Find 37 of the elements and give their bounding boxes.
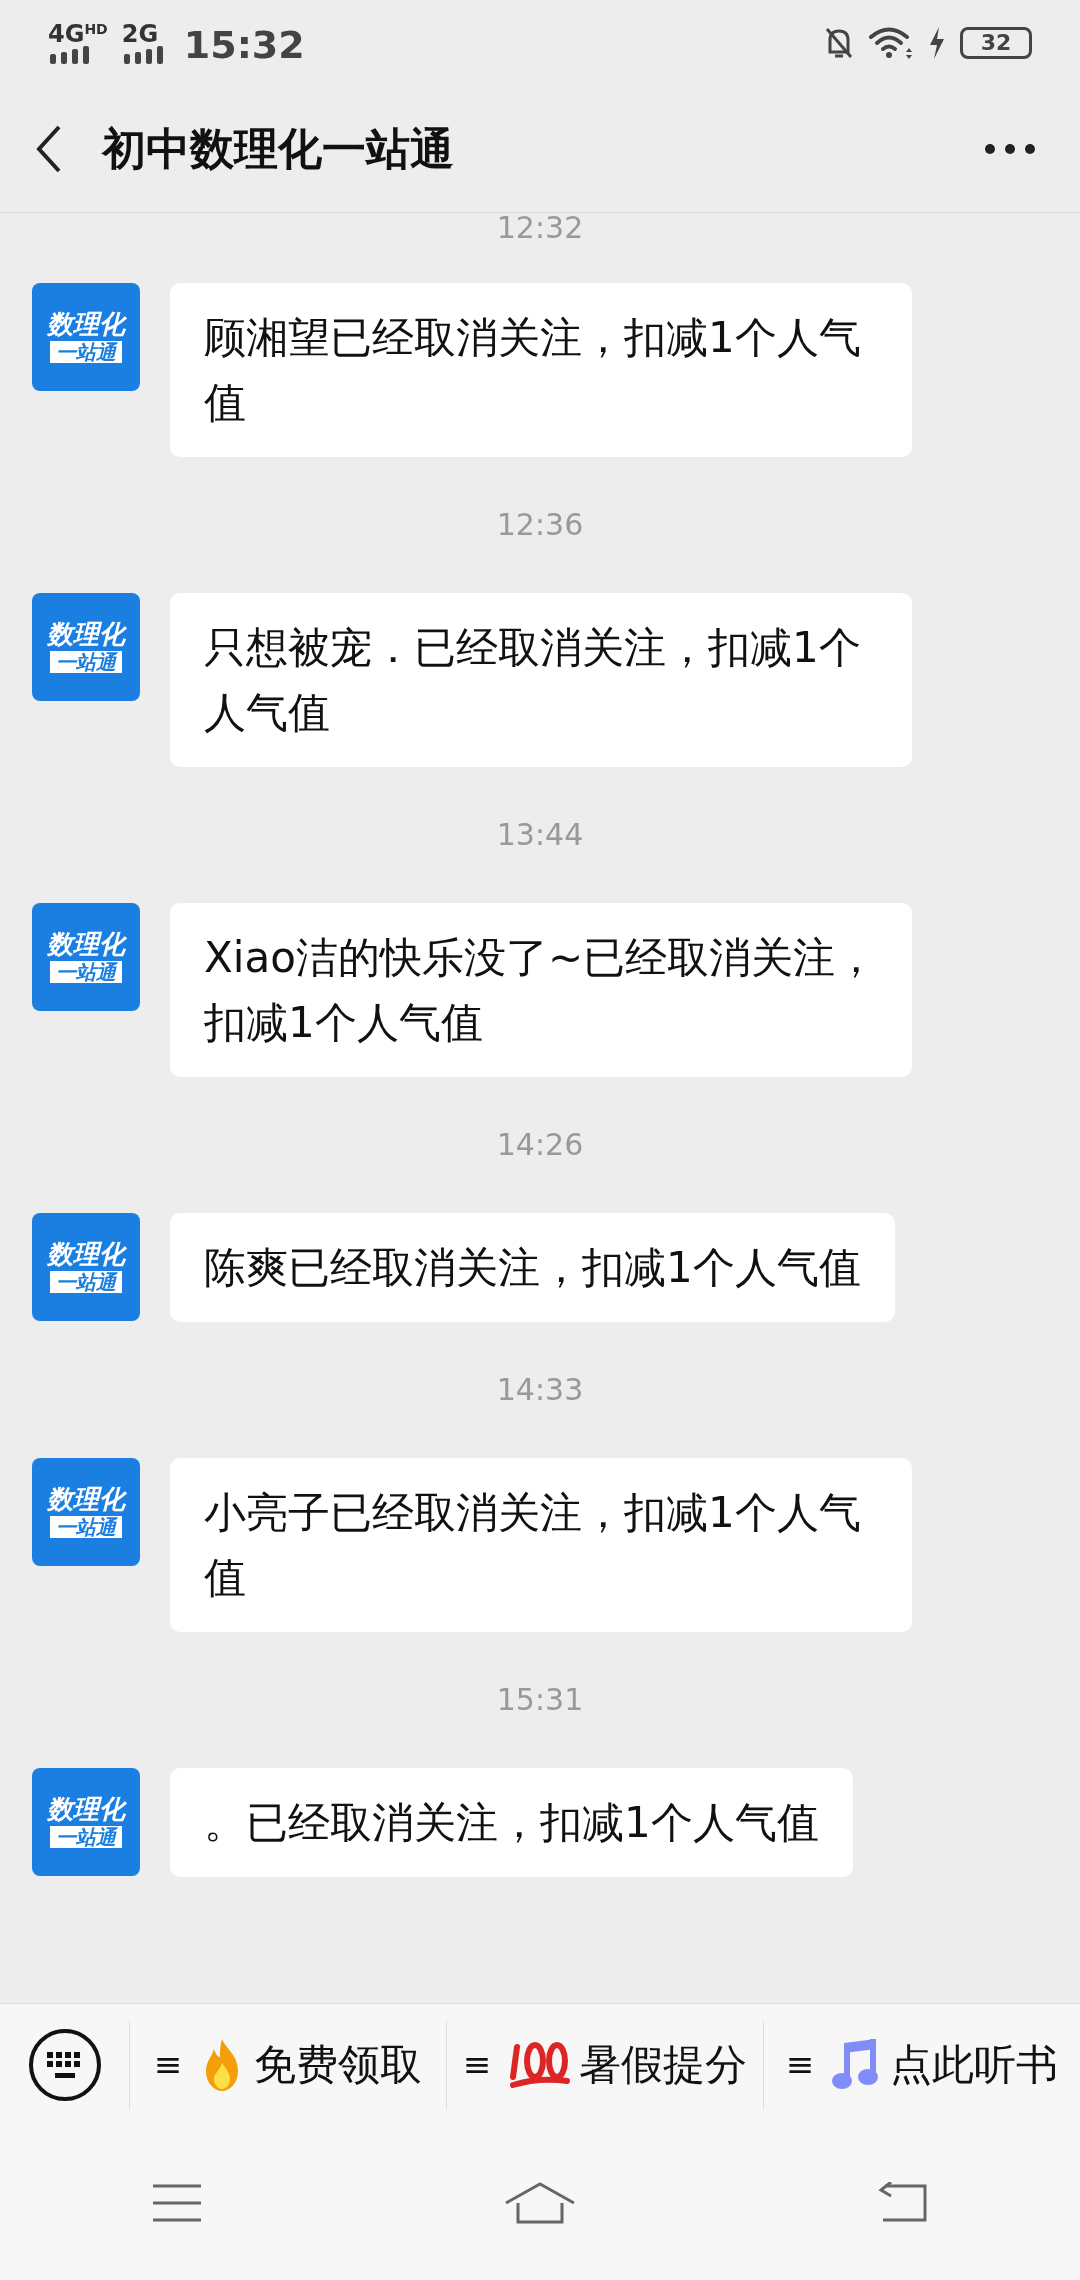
message-time: 14:33 — [496, 1375, 584, 1405]
battery-indicator: 32 — [960, 26, 1032, 59]
network-label: HD — [84, 21, 108, 36]
menu-button[interactable]: ≡ 点此听书 — [764, 2020, 1080, 2109]
message-bubble: Xiao洁的快乐没了~已经取消关注，扣减1个人气值 — [170, 903, 912, 1077]
chat-title: 初中数理化一站通 — [102, 121, 454, 176]
message-time: 12:32 — [496, 213, 584, 243]
keyboard-icon[interactable] — [27, 2027, 102, 2102]
charging-icon — [928, 25, 946, 60]
sender-avatar[interactable]: 数理化 一站通 — [32, 903, 140, 1011]
sender-avatar[interactable]: 数理化 一站通 — [32, 1768, 140, 1876]
message-bubble: 陈爽已经取消关注，扣减1个人气值 — [170, 1213, 895, 1322]
message-bubble: 只想被宠．已经取消关注，扣减1个人气值 — [170, 593, 912, 767]
bell-off-icon — [824, 25, 854, 60]
message-bubble: 。已经取消关注，扣减1个人气值 — [170, 1768, 853, 1877]
more-icon[interactable] — [984, 142, 1036, 155]
wifi-icon — [868, 25, 914, 60]
sender-avatar[interactable]: 数理化 一站通 — [32, 593, 140, 701]
home-icon[interactable] — [504, 2180, 576, 2225]
sender-avatar[interactable]: 数理化 一站通 — [32, 1458, 140, 1566]
message-time: 14:26 — [496, 1130, 584, 1160]
message-time: 15:31 — [496, 1685, 584, 1715]
sender-avatar[interactable]: 数理化 一站通 — [32, 283, 140, 391]
sender-avatar[interactable]: 数理化 一站通 — [32, 1213, 140, 1321]
message-bubble: 小亮子已经取消关注，扣减1个人气值 — [170, 1458, 912, 1632]
message-time: 13:44 — [496, 820, 584, 850]
menu-button[interactable]: ≡ 免费领取 — [130, 2020, 447, 2109]
menu-icon[interactable] — [150, 2182, 203, 2223]
message-time: 12:36 — [496, 510, 584, 540]
signal-icon — [121, 45, 166, 64]
network-type: 4G — [48, 21, 85, 46]
menu-button[interactable]: ≡ 暑假提分 — [447, 2020, 764, 2109]
back-nav-icon[interactable] — [877, 2181, 930, 2224]
clock-time: 15:32 — [183, 25, 305, 64]
network-type: 2G — [121, 21, 159, 46]
message-bubble: 顾湘望已经取消关注，扣减1个人气值 — [170, 283, 912, 457]
signal-icon — [48, 45, 92, 64]
